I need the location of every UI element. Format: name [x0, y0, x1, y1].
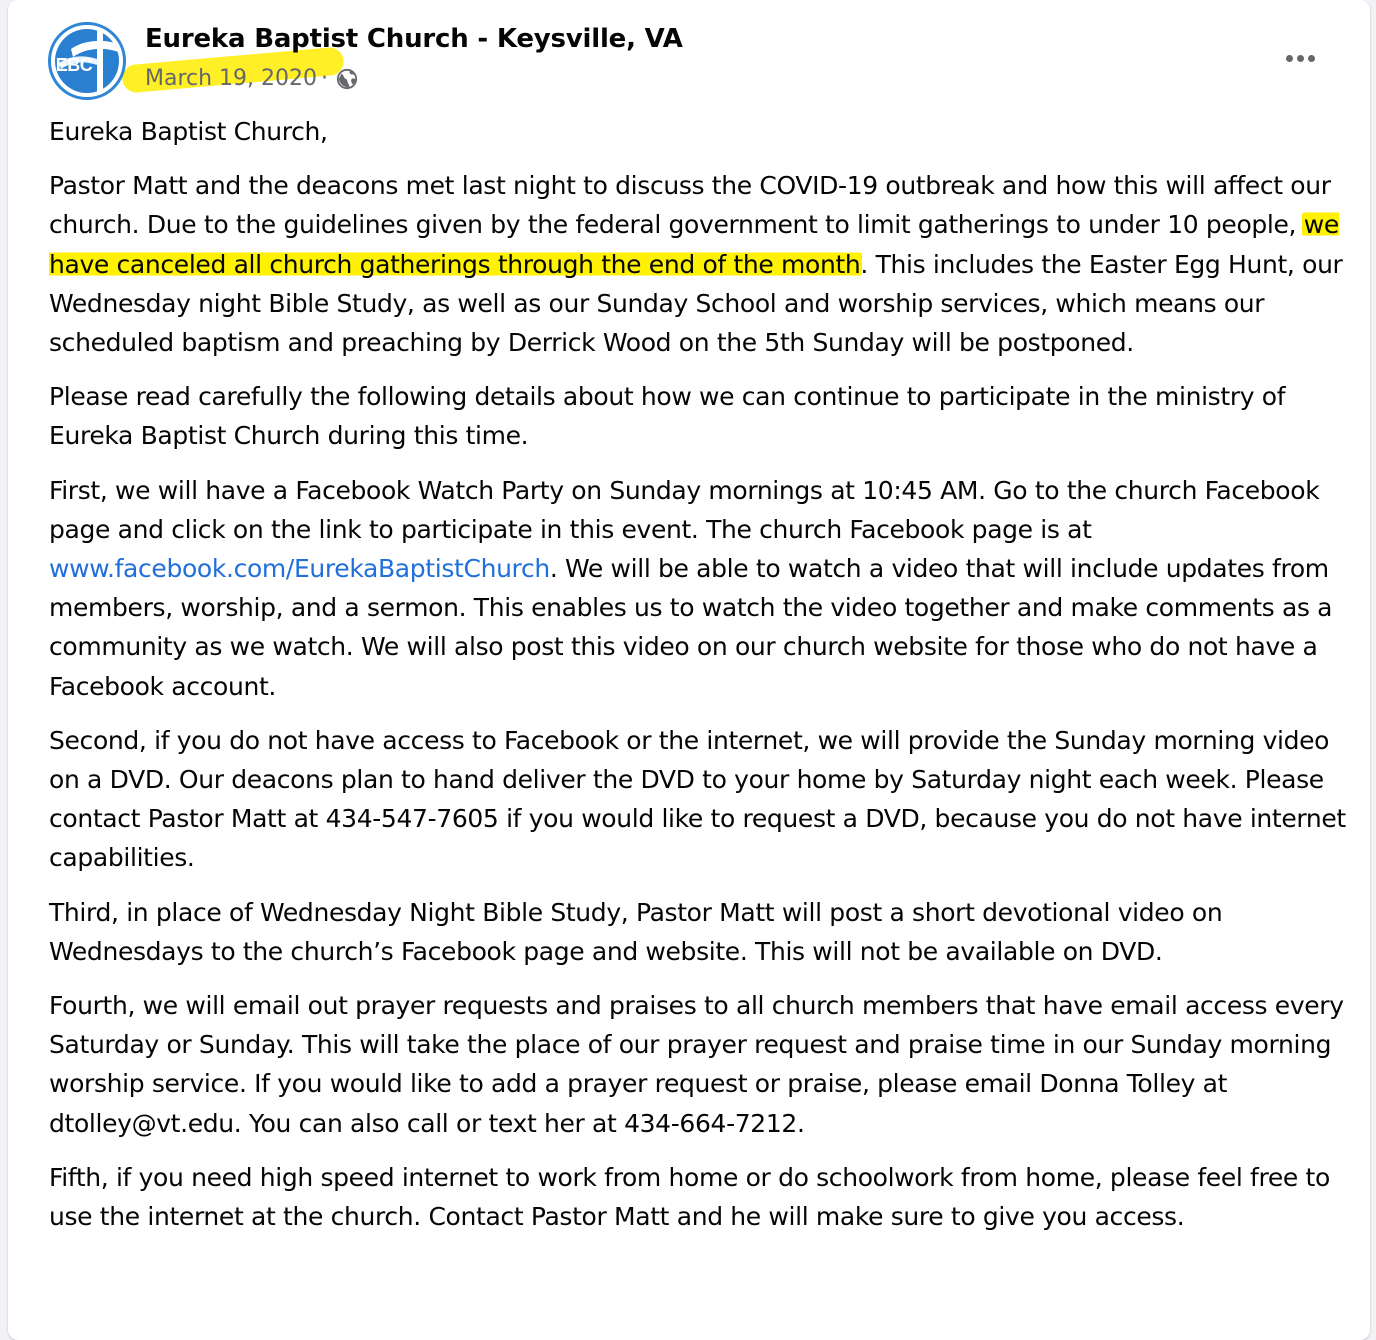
first-item-text: First, we will have a Facebook Watch Par…	[49, 475, 1320, 544]
church-facebook-link[interactable]: www.facebook.com/EurekaBaptistChurch	[49, 554, 550, 583]
post-card: EBC Eureka Baptist Church - Keysville, V…	[8, 0, 1370, 1340]
fifth-item-paragraph: Fifth, if you need high speed internet t…	[49, 1162, 1330, 1232]
fourth-item-paragraph: Fourth, we will email out prayer request…	[49, 991, 1344, 1138]
more-options-icon	[1296, 54, 1304, 62]
more-options-icon	[1285, 54, 1293, 62]
globe-icon[interactable]	[336, 68, 358, 90]
post-date-link[interactable]: March 19, 2020	[145, 66, 317, 91]
first-item-paragraph: First, we will have a Facebook Watch Par…	[49, 471, 1349, 706]
post-body: Eureka Baptist Church, Pastor Matt and t…	[49, 112, 1349, 1251]
avatar-abbreviation: EBC	[55, 55, 93, 75]
more-options-button[interactable]	[1276, 38, 1324, 78]
avatar[interactable]: EBC	[48, 22, 126, 100]
announcement-text: Pastor Matt and the deacons met last nig…	[49, 171, 1331, 240]
greeting-paragraph: Eureka Baptist Church,	[49, 117, 328, 146]
meta-separator: ·	[321, 66, 329, 91]
page-name-link[interactable]: Eureka Baptist Church - Keysville, VA	[145, 24, 683, 54]
details-intro-paragraph: Please read carefully the following deta…	[49, 382, 1286, 451]
third-item-paragraph: Third, in place of Wednesday Night Bible…	[49, 897, 1223, 966]
more-options-icon	[1307, 54, 1315, 62]
second-item-paragraph: Second, if you do not have access to Fac…	[49, 725, 1346, 873]
post-meta: March 19, 2020 ·	[145, 66, 358, 91]
announcement-paragraph: Pastor Matt and the deacons met last nig…	[49, 166, 1349, 362]
